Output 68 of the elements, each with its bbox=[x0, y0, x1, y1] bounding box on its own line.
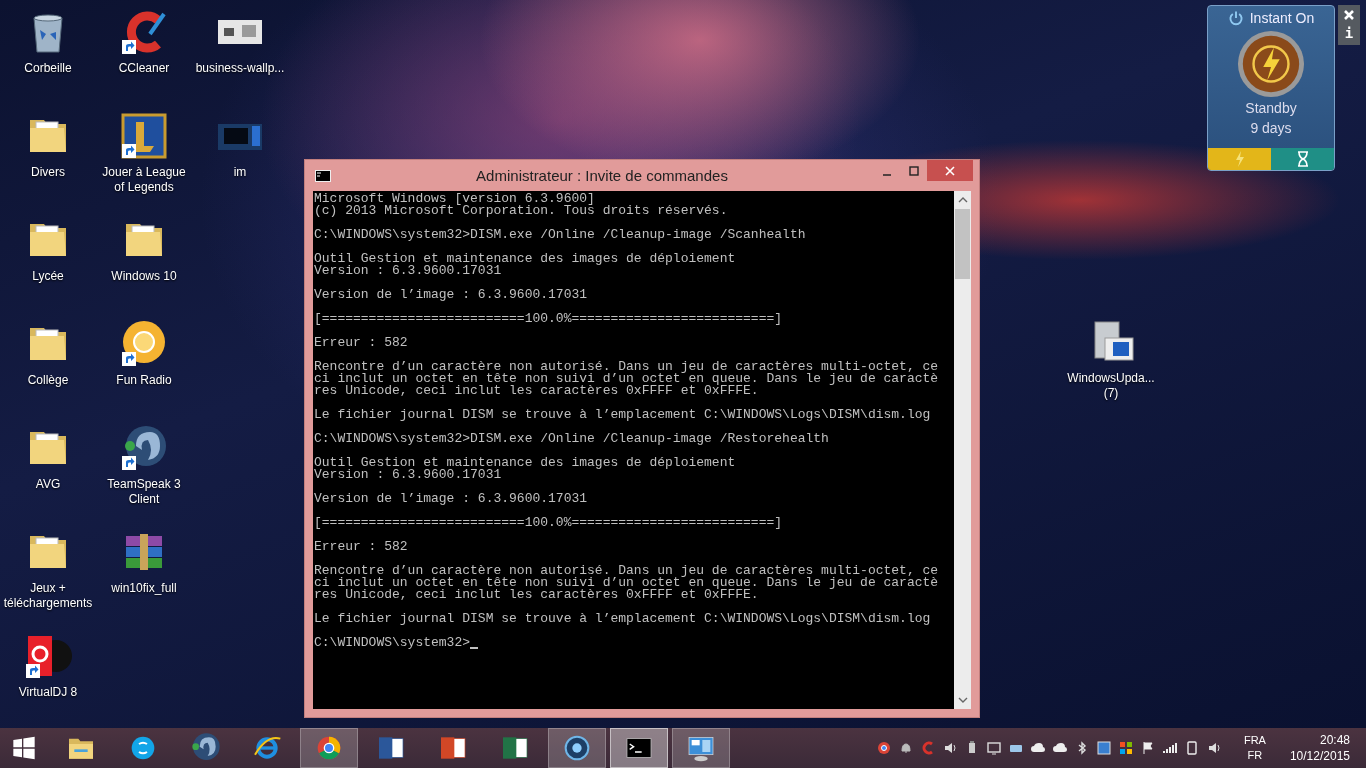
console-line: C:\WINDOWS\system32>DISM.exe /Online /Cleanup-image /Restorehealth bbox=[314, 433, 830, 445]
status-text: Standby bbox=[1245, 99, 1297, 118]
close-button[interactable] bbox=[927, 160, 973, 181]
desktop-shortcut[interactable]: Collège bbox=[0, 316, 96, 420]
desktop-shortcut[interactable]: win10fix_full bbox=[96, 524, 192, 628]
gadget-title: Instant On bbox=[1249, 10, 1315, 26]
monitor-icon[interactable] bbox=[985, 740, 1002, 756]
signal-bars-icon[interactable] bbox=[1161, 740, 1178, 756]
desktop-shortcut[interactable]: Corbeille bbox=[0, 4, 96, 108]
console-line: [==========================100.0%==========================] bbox=[314, 313, 784, 325]
console-line: res Unicode, ceci inclut les caractères 0xFFFF et 0xFFFE. bbox=[314, 589, 760, 601]
console-line: res Unicode, ceci inclut les caractères 0xFFFF et 0xFFFE. bbox=[314, 385, 760, 397]
timer-tab[interactable] bbox=[1271, 148, 1334, 170]
close-icon[interactable] bbox=[1343, 9, 1355, 21]
taskbar-button[interactable] bbox=[548, 728, 606, 768]
console-line: ci inclut un octet en tête non suivi d’un octet en queue. Dans le jeu de caractè bbox=[314, 373, 940, 385]
language-indicator[interactable]: FRA FR bbox=[1239, 733, 1270, 763]
scroll-thumb[interactable] bbox=[955, 209, 970, 279]
terminal-icon bbox=[315, 169, 331, 182]
console-line: ci inclut un octet en tête non suivi d’un octet en queue. Dans le jeu de caractè bbox=[314, 577, 940, 589]
console-line: Erreur : 582 bbox=[314, 541, 409, 553]
console-line: C:\WINDOWS\system32>DISM.exe /Online /Cleanup-image /Scanhealth bbox=[314, 229, 807, 241]
power-icon bbox=[1227, 10, 1244, 26]
lightning-button-icon[interactable] bbox=[1237, 30, 1305, 98]
info-button[interactable]: i bbox=[1344, 25, 1354, 41]
console-line: Version : 6.3.9600.17031 bbox=[314, 265, 503, 277]
desktop-shortcut[interactable]: Divers bbox=[0, 108, 96, 212]
desktop-shortcut[interactable]: Lycée bbox=[0, 212, 96, 316]
vertical-scrollbar[interactable] bbox=[954, 191, 971, 709]
scroll-down-icon[interactable] bbox=[957, 696, 968, 704]
desktop-shortcut[interactable]: Jeux + téléchargements bbox=[0, 524, 96, 628]
console-line: Microsoft Windows [version 6.3.9600] bbox=[314, 193, 596, 205]
console-line: Version de l’image : 6.3.9600.17031 bbox=[314, 493, 589, 505]
grid-icon[interactable] bbox=[1117, 740, 1134, 756]
minimize-icon bbox=[882, 173, 891, 176]
console-line: Outil Gestion et maintenance des images de déploiement bbox=[314, 457, 737, 469]
desktop-shortcut[interactable]: CCleaner bbox=[96, 4, 192, 108]
console-line: Le fichier journal DISM se trouve à l’emplacement C:\WINDOWS\Logs\DISM\dism.log bbox=[314, 613, 932, 625]
desktop-shortcut[interactable]: TeamSpeak 3 Client bbox=[96, 420, 192, 524]
console-line: (c) 2013 Microsoft Corporation. Tous droits réservés. bbox=[314, 205, 729, 217]
console-line: Version : 6.3.9600.17031 bbox=[314, 469, 503, 481]
window-title: Administrateur : Invite de commandes bbox=[475, 167, 729, 184]
circle-icon[interactable] bbox=[875, 740, 892, 756]
desktop-shortcut[interactable]: im bbox=[192, 108, 288, 212]
desktop-shortcut[interactable]: business-wallp... bbox=[192, 4, 288, 108]
maximize-icon bbox=[908, 165, 919, 176]
console-line: Le fichier journal DISM se trouve à l’emplacement C:\WINDOWS\Logs\DISM\dism.log bbox=[314, 409, 932, 421]
desktop-shortcut[interactable]: Windows 10 bbox=[96, 212, 192, 316]
display-icon[interactable] bbox=[1095, 740, 1112, 756]
console-line: [==========================100.0%==========================] bbox=[314, 517, 784, 529]
hourglass-icon bbox=[1296, 151, 1309, 167]
desktop-shortcut[interactable]: Fun Radio bbox=[96, 316, 192, 420]
console-line: Erreur : 582 bbox=[314, 337, 409, 349]
clock[interactable]: 20:48 10/12/2015 bbox=[1289, 732, 1350, 764]
close-icon bbox=[945, 165, 955, 176]
console-line: Version de l’image : 6.3.9600.17031 bbox=[314, 289, 589, 301]
taskbar-button[interactable] bbox=[610, 728, 668, 768]
desktop-shortcut[interactable]: AVG bbox=[0, 420, 96, 524]
console-line: Rencontre d’un caractère non autorisé. Dans un jeu de caractères multi-octet, ce bbox=[314, 361, 940, 373]
console-line: Outil Gestion et maintenance des images de déploiement bbox=[314, 253, 737, 265]
duration-text: 9 days bbox=[1250, 119, 1292, 138]
desktop-shortcut[interactable]: WindowsUpda... (7) bbox=[1063, 314, 1159, 418]
console-line: Rencontre d’un caractère non autorisé. Dans un jeu de caractères multi-octet, ce bbox=[314, 565, 940, 577]
desktop-shortcut[interactable]: Jouer à League of Legends bbox=[96, 108, 192, 212]
console-line: C:\WINDOWS\system32> bbox=[314, 637, 471, 649]
desktop-shortcut[interactable]: VirtualDJ 8 bbox=[0, 628, 96, 732]
lightning-icon bbox=[1233, 151, 1246, 167]
scroll-up-icon[interactable] bbox=[957, 196, 968, 204]
